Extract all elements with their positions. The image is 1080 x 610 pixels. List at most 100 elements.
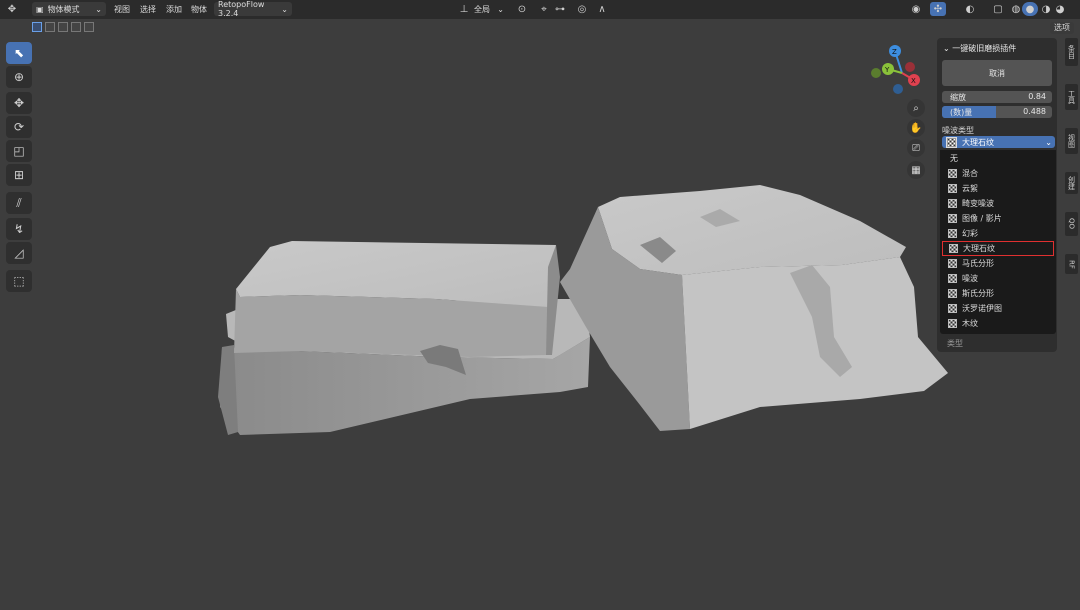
select-intersect-icon[interactable] (84, 22, 94, 32)
texture-checker-icon (948, 289, 957, 298)
move-icon[interactable]: ✥ (6, 92, 32, 114)
dropdown-option[interactable]: 云絮 (942, 181, 1054, 196)
transform-icon[interactable]: ⊞ (6, 164, 32, 186)
dropdown-option[interactable]: 木纹 (942, 316, 1054, 331)
gizmo-y-label: Y (884, 66, 890, 74)
object-mode-icon: ▣ (36, 4, 44, 14)
scale-icon[interactable]: ◰ (6, 140, 32, 162)
side-tab[interactable]: 视图 (1065, 128, 1078, 154)
retopoflow-label: RetopoFlow 3.2.4 (218, 0, 265, 18)
texture-checker-icon (949, 244, 958, 253)
scale-slider-label: 缩放 (950, 93, 966, 102)
side-tab[interactable]: 工具 (1065, 84, 1078, 110)
dropdown-option[interactable]: 幻彩 (942, 226, 1054, 241)
chevron-down-icon: ⌄ (943, 44, 950, 53)
noise-type-dropdown: 无混合云絮畸变噪波图像 / 影片幻彩大理石纹马氏分形噪波斯氏分形沃罗诺伊图木纹 (940, 150, 1056, 334)
mode-select[interactable]: ▣ 物体模式 ⌄ (32, 2, 106, 16)
texture-checker-icon (948, 184, 957, 193)
texture-checker-icon (948, 199, 957, 208)
side-tab[interactable]: RF (1065, 254, 1078, 274)
pivot-point-icon[interactable]: ⊙ (514, 2, 530, 16)
snap-icon[interactable]: ⌖ (536, 2, 552, 16)
measure-curve-icon[interactable]: ↯ (6, 218, 32, 240)
dropdown-option[interactable]: 沃罗诺伊图 (942, 301, 1054, 316)
options-button[interactable]: 选项 (1050, 22, 1074, 34)
dropdown-option-label: 马氏分形 (962, 259, 994, 268)
xray-icon[interactable]: ▢ (990, 2, 1006, 16)
dropdown-option[interactable]: 无 (942, 151, 1054, 166)
dropdown-option[interactable]: 大理石纹 (942, 241, 1054, 256)
dropdown-option-label: 大理石纹 (963, 244, 995, 253)
dropdown-option-label: 木纹 (962, 319, 978, 328)
solid-shading-icon[interactable]: ● (1022, 2, 1038, 16)
add-cube-icon[interactable]: ⬚ (6, 270, 32, 292)
tool-settings-bar (0, 19, 1080, 37)
dropdown-option[interactable]: 斯氏分形 (942, 286, 1054, 301)
dropdown-option-label: 混合 (962, 169, 978, 178)
select-box-icon[interactable]: ⬉ (6, 42, 32, 64)
dropdown-option-label: 云絮 (962, 184, 978, 193)
dropdown-option[interactable]: 混合 (942, 166, 1054, 181)
side-tab[interactable]: 创建 (1065, 172, 1078, 194)
scale-slider[interactable]: 缩放 0.84 (942, 91, 1052, 103)
texture-checker-icon (948, 169, 957, 178)
texture-checker-icon (948, 274, 957, 283)
overlay-icon[interactable]: ◐ (962, 2, 978, 16)
select-new-icon[interactable] (32, 22, 42, 32)
menu-view[interactable]: 视图 (114, 4, 130, 15)
zoom-icon[interactable]: ⌕ (907, 99, 925, 117)
type-footer-label: 类型 (947, 339, 963, 348)
dropdown-option-label: 图像 / 影片 (962, 214, 1002, 223)
texture-checker-icon (948, 319, 957, 328)
camera-icon[interactable]: ⎚ (907, 139, 925, 157)
mode-label: 物体模式 (47, 4, 80, 14)
amount-slider-label: (数)量 (950, 108, 973, 117)
texture-checker-icon (948, 229, 957, 238)
measure-icon[interactable]: ◿ (6, 242, 32, 264)
dropdown-option[interactable]: 马氏分形 (942, 256, 1054, 271)
side-tab[interactable]: QO (1065, 212, 1078, 236)
stone-block (560, 185, 948, 431)
falloff-icon[interactable]: ∧ (594, 2, 610, 16)
dropdown-option-label: 畸变噪波 (962, 199, 994, 208)
chevron-down-icon: ⌄ (497, 4, 504, 14)
texture-checker-icon (948, 304, 957, 313)
annotate-icon[interactable]: ⫽ (6, 192, 32, 214)
menu-select[interactable]: 选择 (140, 4, 156, 15)
select-extend-icon[interactable] (45, 22, 55, 32)
navigation-gizmo[interactable]: Z Y X (871, 45, 920, 94)
cursor-icon[interactable]: ⊕ (6, 66, 32, 88)
noise-type-select[interactable]: 大理石纹 ⌄ (942, 136, 1055, 148)
transform-label: 全局 (474, 4, 490, 14)
menu-add[interactable]: 添加 (166, 4, 182, 15)
transform-orientation-select[interactable]: 全局 ⌄ (470, 2, 508, 16)
visibility-icon[interactable]: ◉ (908, 2, 924, 16)
dropdown-option-label: 斯氏分形 (962, 289, 994, 298)
chevron-down-icon: ⌄ (281, 4, 288, 14)
side-tab[interactable]: 条目 (1065, 38, 1078, 66)
dropdown-option[interactable]: 噪波 (942, 271, 1054, 286)
pan-hand-icon[interactable]: ✋ (907, 119, 925, 137)
dropdown-option-label: 沃罗诺伊图 (962, 304, 1002, 313)
gizmo-toggle-icon[interactable]: ✣ (930, 2, 946, 16)
rendered-shading-icon[interactable]: ◕ (1052, 2, 1068, 16)
dropdown-option-label: 噪波 (962, 274, 978, 283)
cancel-button[interactable]: 取消 (942, 60, 1052, 86)
retopoflow-menu[interactable]: RetopoFlow 3.2.4 ⌄ (214, 0, 292, 18)
dropdown-option[interactable]: 畸变噪波 (942, 196, 1054, 211)
gizmo-z-label: Z (892, 48, 897, 56)
select-subtract-icon[interactable] (58, 22, 68, 32)
snap-target-icon[interactable]: ⊶ (552, 2, 568, 16)
dropdown-option[interactable]: 图像 / 影片 (942, 211, 1054, 226)
editor-type-icon[interactable]: ✥ (4, 2, 20, 16)
rotate-icon[interactable]: ⟳ (6, 116, 32, 138)
perspective-grid-icon[interactable]: ▦ (907, 161, 925, 179)
noise-type-value: 大理石纹 (962, 137, 994, 147)
select-invert-icon[interactable] (71, 22, 81, 32)
proportional-edit-icon[interactable]: ◎ (574, 2, 590, 16)
amount-slider[interactable]: (数)量 0.488 (942, 106, 1052, 118)
texture-checker-icon (948, 214, 957, 223)
header-bar: ✥ ▣ 物体模式 ⌄ 视图 选择 添加 物体 RetopoFlow 3.2.4 … (0, 0, 1080, 19)
menu-object[interactable]: 物体 (191, 4, 207, 15)
chevron-down-icon: ⌄ (1045, 137, 1052, 147)
